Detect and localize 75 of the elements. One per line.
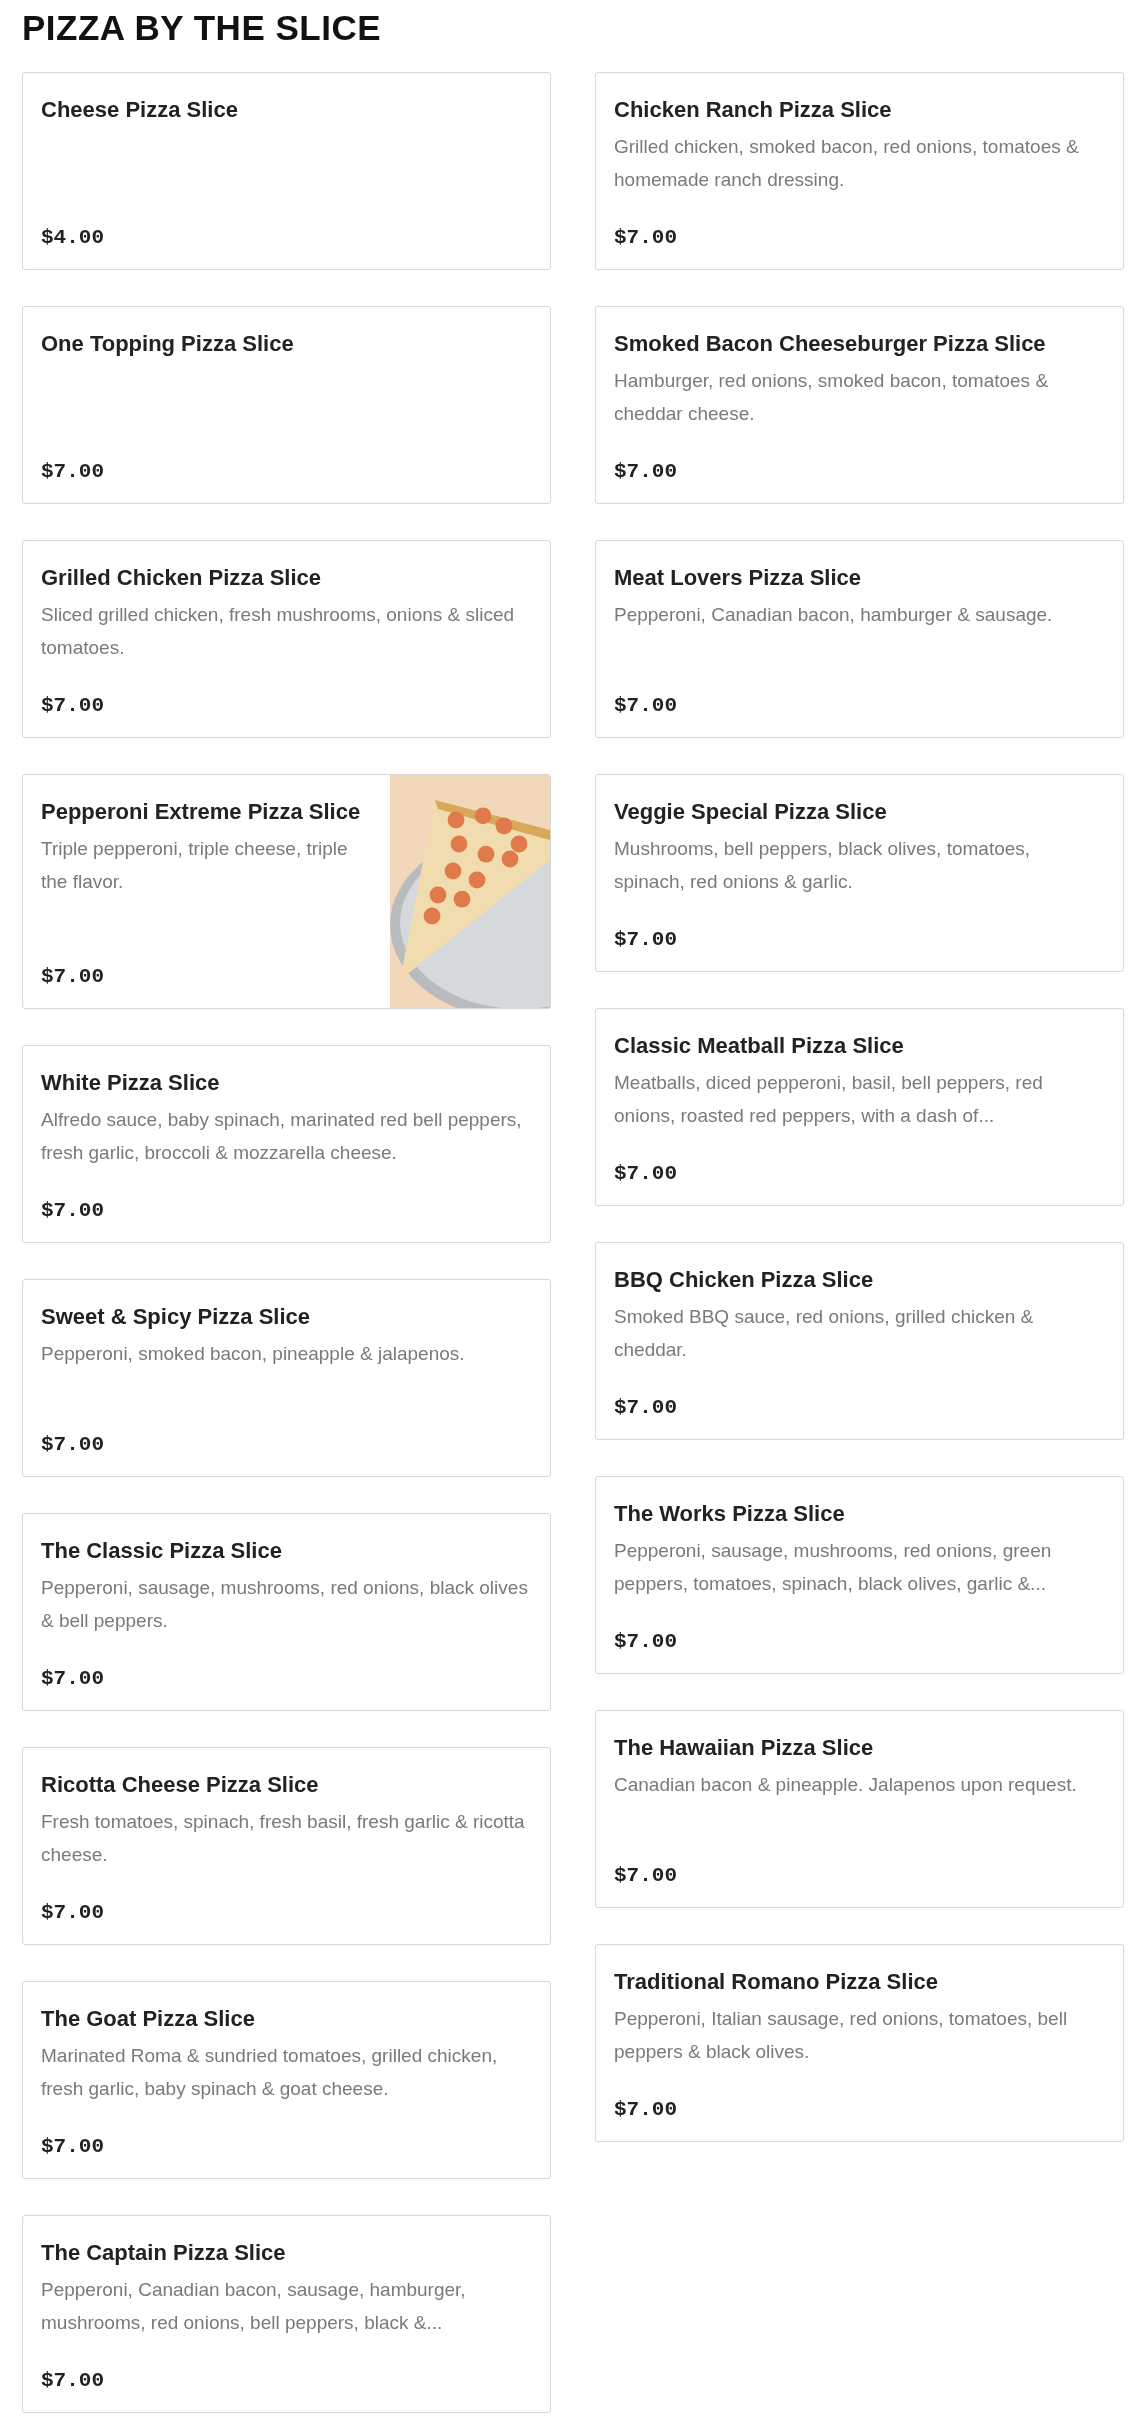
item-name: White Pizza Slice [41,1069,221,1097]
item-description: Mushrooms, bell peppers, black olives, tomatoes, spinach, red onions & garlic. [614,837,1032,894]
item-price: $7.00 [614,694,678,717]
item-price: $7.00 [41,694,105,717]
item-description: Canadian bacon & pineapple. Jalapenos upon request. [614,1773,1078,1797]
item-price: $7.00 [614,226,678,249]
item-name: The Classic Pizza Slice [41,1537,283,1565]
menu-item-card[interactable]: White Pizza Slice Alfredo sauce, baby spinach, marinated red bell peppers, fresh garlic, broccoli & mozzarella cheese. $7.00 [22,1045,551,1243]
menu-item-card[interactable]: Chicken Ranch Pizza Slice Grilled chicken, smoked bacon, red onions, tomatoes & homemade ranch dressing. $7.00 [595,72,1124,270]
item-name: Grilled Chicken Pizza Slice [41,564,322,592]
item-price: $7.00 [41,2135,105,2158]
item-price: $7.00 [614,1864,678,1887]
menu-item-card[interactable]: Ricotta Cheese Pizza Slice Fresh tomatoes, spinach, fresh basil, fresh garlic & ricotta cheese. $7.00 [22,1747,551,1945]
item-description: Alfredo sauce, baby spinach, marinated red bell peppers, fresh garlic, broccoli & mozzarella cheese. [41,1108,523,1165]
menu-item-card[interactable]: The Works Pizza Slice Pepperoni, sausage, mushrooms, red onions, green peppers, tomatoes, spinach, black olives, garlic &... $7.00 [595,1476,1124,1674]
item-description: Smoked BBQ sauce, red onions, grilled chicken & cheddar. [614,1305,1035,1362]
menu-item-card[interactable]: The Classic Pizza Slice Pepperoni, sausage, mushrooms, red onions, black olives & bell peppers. $7.00 [22,1513,551,1711]
menu-item-card[interactable]: Cheese Pizza Slice $4.00 [22,72,551,270]
section-title: PIZZA BY THE SLICE [22,8,382,48]
item-description: Pepperoni, smoked bacon, pineapple & jalapenos. [41,1342,466,1366]
item-name: Traditional Romano Pizza Slice [614,1968,939,1996]
item-description: Marinated Roma & sundried tomatoes, grilled chicken, fresh garlic, baby spinach & goat cheese. [41,2044,499,2101]
item-price: $7.00 [41,1901,105,1924]
item-description: Pepperoni, Canadian bacon, hamburger & sausage. [614,603,1054,627]
item-price: $7.00 [614,1396,678,1419]
item-price: $7.00 [41,1199,105,1222]
item-price: $7.00 [614,1162,678,1185]
item-name: Sweet & Spicy Pizza Slice [41,1303,311,1331]
item-name: Veggie Special Pizza Slice [614,798,888,826]
menu-item-card[interactable]: Classic Meatball Pizza Slice Meatballs, diced pepperoni, basil, bell peppers, red onions, roasted red peppers, with a dash of... $7.00 [595,1008,1124,1206]
item-price: $7.00 [41,460,105,483]
item-name: The Goat Pizza Slice [41,2005,256,2033]
menu-item-card[interactable]: The Hawaiian Pizza Slice Canadian bacon & pineapple. Jalapenos upon request. $7.00 [595,1710,1124,1908]
item-description: Pepperoni, Italian sausage, red onions, tomatoes, bell peppers & black olives. [614,2007,1069,2064]
item-description: Grilled chicken, smoked bacon, red onions, tomatoes & homemade ranch dressing. [614,135,1080,192]
item-name: Cheese Pizza Slice [41,96,239,124]
menu-item-card[interactable]: Traditional Romano Pizza Slice Pepperoni, Italian sausage, red onions, tomatoes, bell peppers & black olives. $7.00 [595,1944,1124,2142]
item-price: $7.00 [614,2098,678,2121]
menu-item-card[interactable]: Meat Lovers Pizza Slice Pepperoni, Canadian bacon, hamburger & sausage. $7.00 [595,540,1124,738]
item-name: Pepperoni Extreme Pizza Slice [41,798,362,826]
item-price: $7.00 [614,460,678,483]
menu-item-card[interactable]: Pepperoni Extreme Pizza Slice Triple pepperoni, triple cheese, triple the flavor. $7.00 [22,774,551,1009]
menu-item-card[interactable]: One Topping Pizza Slice $7.00 [22,306,551,504]
menu-item-card[interactable]: Veggie Special Pizza Slice Mushrooms, bell peppers, black olives, tomatoes, spinach, red onions & garlic. $7.00 [595,774,1124,972]
item-description: Hamburger, red onions, smoked bacon, tomatoes & cheddar cheese. [614,369,1050,426]
menu-item-card[interactable]: The Captain Pizza Slice Pepperoni, Canadian bacon, sausage, hamburger, mushrooms, red onions, bell peppers, black &... $7.00 [22,2215,551,2413]
item-description: Meatballs, diced pepperoni, basil, bell peppers, red onions, roasted red peppers, with a dash of... [614,1071,1044,1128]
item-name: Chicken Ranch Pizza Slice [614,96,893,124]
item-price: $7.00 [614,928,678,951]
item-description: Pepperoni, Canadian bacon, sausage, hamburger, mushrooms, red onions, bell peppers, black &... [41,2278,467,2335]
menu-item-card[interactable]: Sweet & Spicy Pizza Slice Pepperoni, smoked bacon, pineapple & jalapenos. $7.00 [22,1279,551,1477]
item-name: The Hawaiian Pizza Slice [614,1734,875,1762]
item-description: Triple pepperoni, triple cheese, triple the flavor. [41,837,349,894]
item-name: BBQ Chicken Pizza Slice [614,1266,875,1294]
item-price: $4.00 [41,226,105,249]
item-description: Pepperoni, sausage, mushrooms, red onions, black olives & bell peppers. [41,1576,529,1633]
menu-item-card[interactable]: BBQ Chicken Pizza Slice Smoked BBQ sauce, red onions, grilled chicken & cheddar. $7.00 [595,1242,1124,1440]
item-price: $7.00 [41,1433,105,1456]
item-description: Fresh tomatoes, spinach, fresh basil, fresh garlic & ricotta cheese. [41,1810,526,1867]
menu-item-card[interactable]: Smoked Bacon Cheeseburger Pizza Slice Hamburger, red onions, smoked bacon, tomatoes & cheddar cheese. $7.00 [595,306,1124,504]
item-price: $7.00 [41,1667,105,1690]
item-name: Ricotta Cheese Pizza Slice [41,1771,320,1799]
item-name: The Captain Pizza Slice [41,2239,287,2267]
item-name: Meat Lovers Pizza Slice [614,564,862,592]
item-description: Sliced grilled chicken, fresh mushrooms, onions & sliced tomatoes. [41,603,516,660]
item-price: $7.00 [614,1630,678,1653]
item-name: One Topping Pizza Slice [41,330,295,358]
menu-item-card[interactable]: The Goat Pizza Slice Marinated Roma & sundried tomatoes, grilled chicken, fresh garlic, baby spinach & goat cheese. $7.00 [22,1981,551,2179]
item-name: Smoked Bacon Cheeseburger Pizza Slice [614,330,1047,358]
item-price: $7.00 [41,965,105,988]
item-name: Classic Meatball Pizza Slice [614,1032,905,1060]
menu-item-card[interactable]: Grilled Chicken Pizza Slice Sliced grilled chicken, fresh mushrooms, onions & sliced tomatoes. $7.00 [22,540,551,738]
item-name: The Works Pizza Slice [614,1500,846,1528]
item-description: Pepperoni, sausage, mushrooms, red onions, green peppers, tomatoes, spinach, black olives, garlic &... [614,1539,1053,1596]
item-price: $7.00 [41,2369,105,2392]
